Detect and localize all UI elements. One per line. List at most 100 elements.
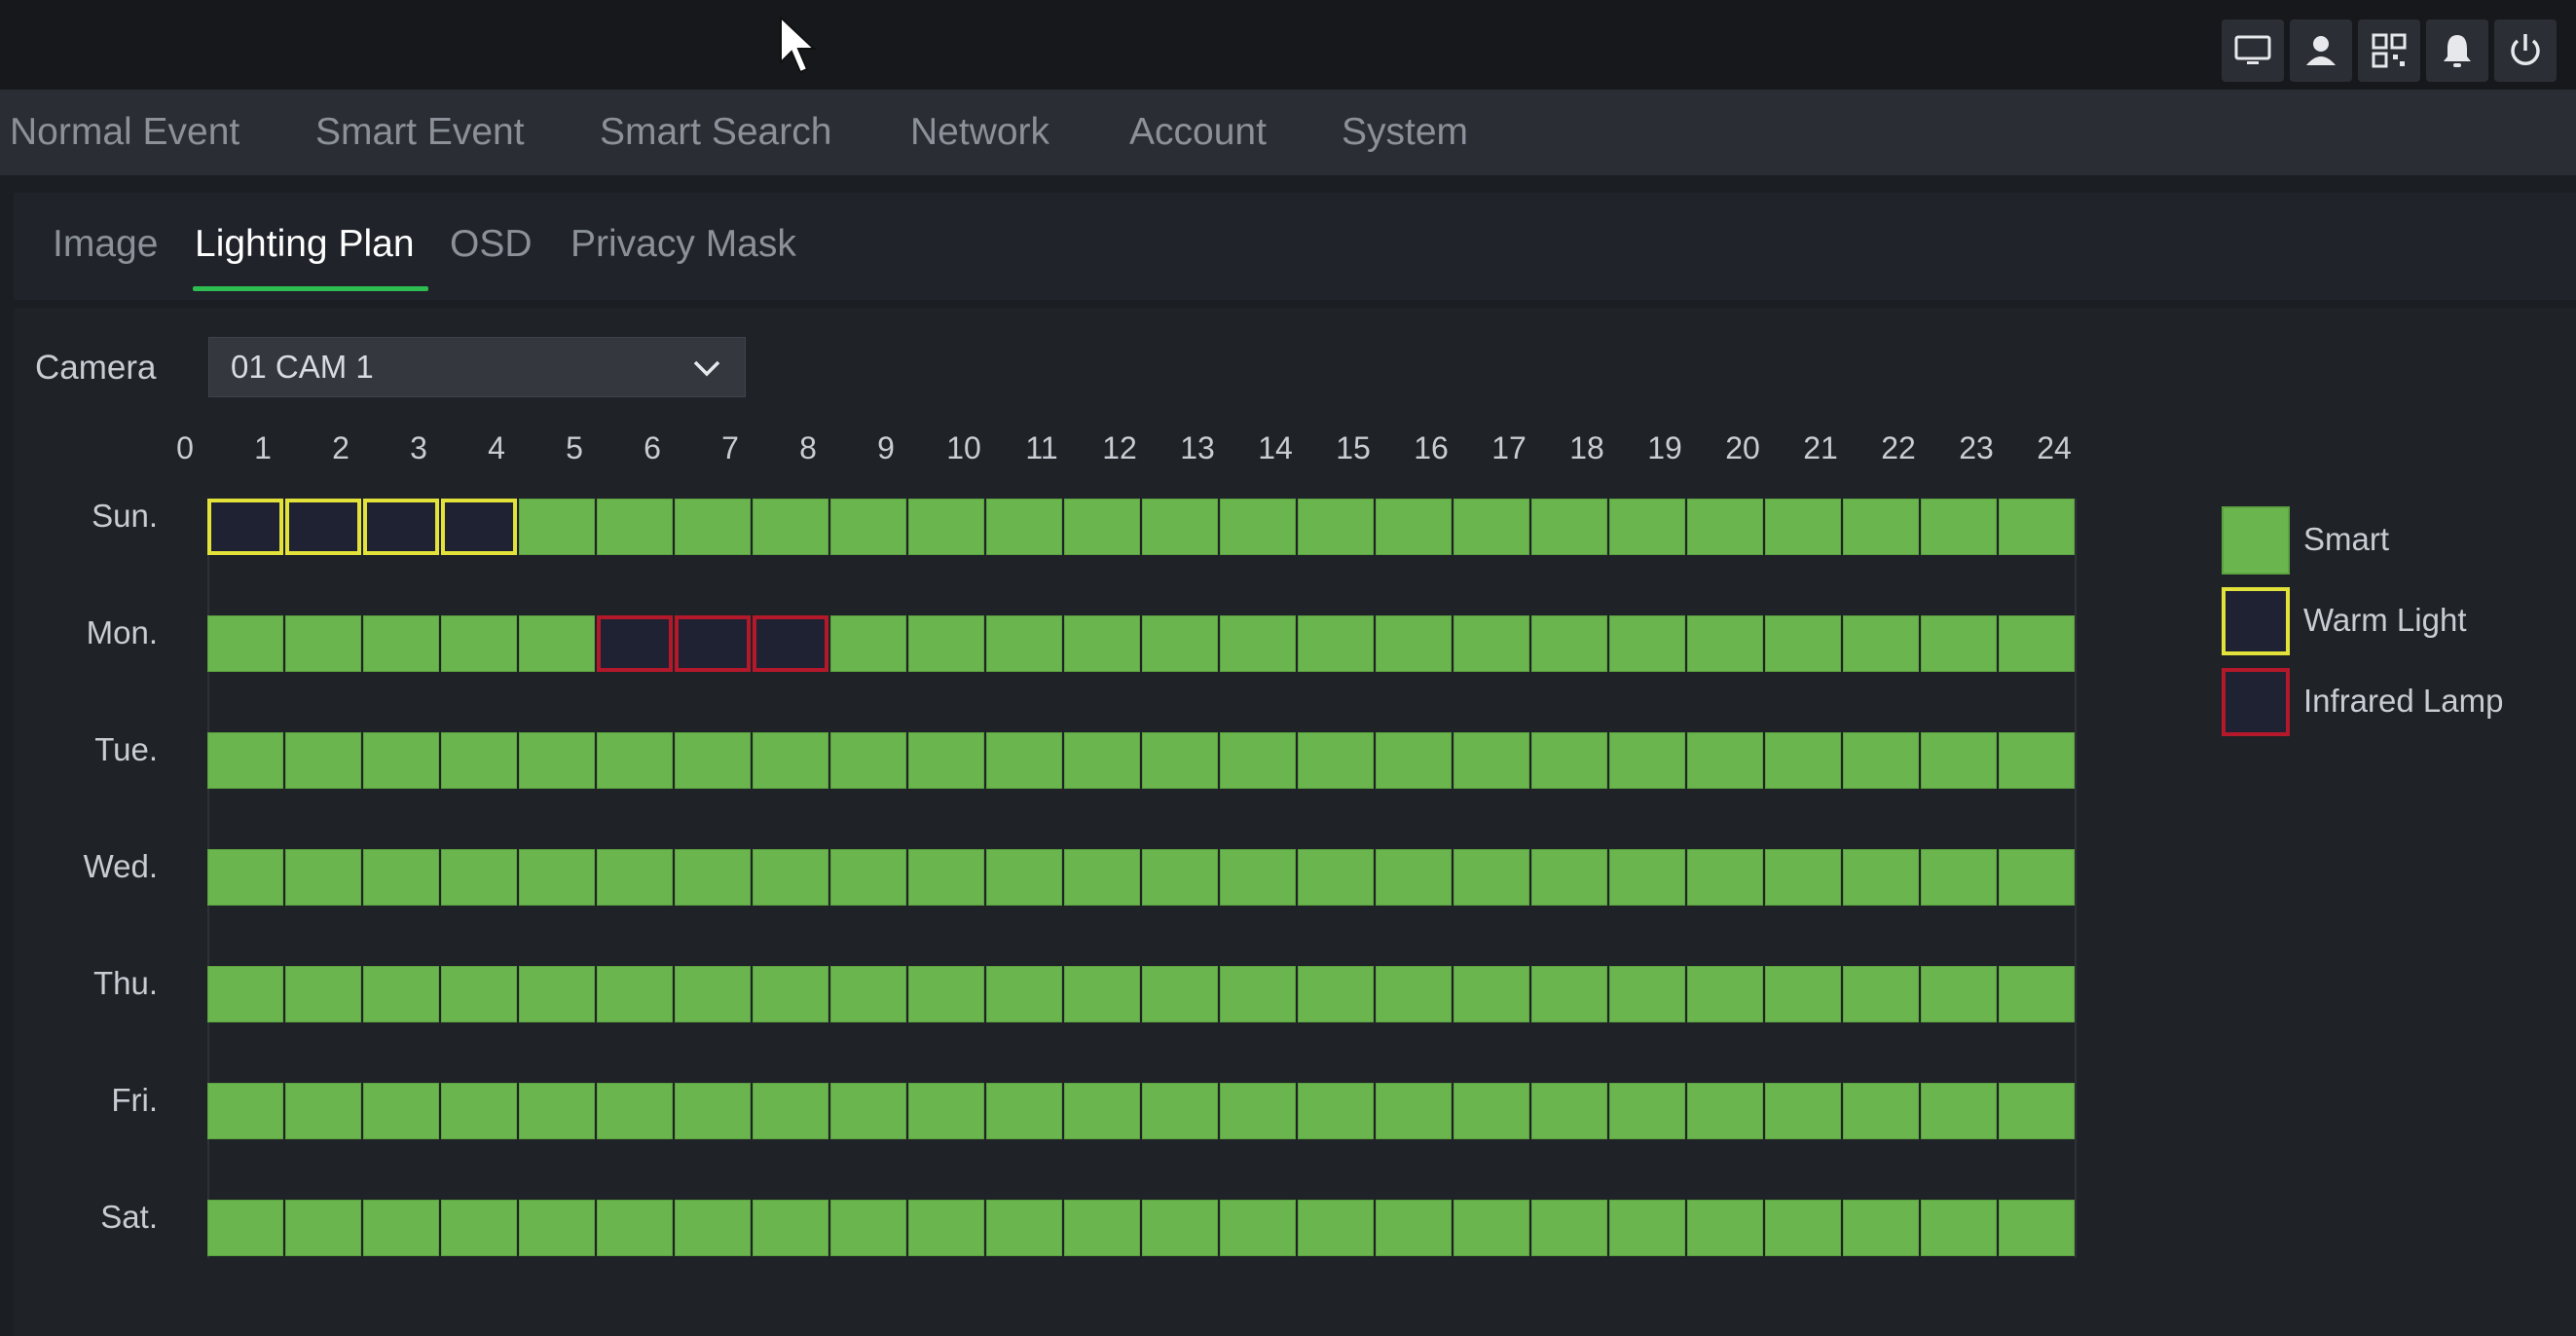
schedule-cell-smart[interactable]	[1376, 732, 1452, 789]
schedule-cell-smart[interactable]	[1298, 615, 1374, 672]
schedule-cell-smart[interactable]	[1298, 1083, 1374, 1139]
schedule-cell-smart[interactable]	[1454, 615, 1529, 672]
schedule-cell-smart[interactable]	[1531, 1083, 1607, 1139]
schedule-cell-smart[interactable]	[1454, 966, 1529, 1022]
schedule-cell-smart[interactable]	[1609, 615, 1685, 672]
schedule-cell-smart[interactable]	[519, 966, 595, 1022]
schedule-cell-smart[interactable]	[1843, 1200, 1919, 1256]
schedule-cell-smart[interactable]	[1999, 1200, 2075, 1256]
schedule-cell-smart[interactable]	[830, 615, 906, 672]
schedule-cell-smart[interactable]	[1064, 1083, 1140, 1139]
schedule-cell-smart[interactable]	[1609, 1083, 1685, 1139]
schedule-cell-smart[interactable]	[285, 1200, 361, 1256]
schedule-cell-smart[interactable]	[1687, 849, 1763, 906]
alarm-button[interactable]	[2426, 19, 2488, 82]
schedule-cell-smart[interactable]	[675, 966, 751, 1022]
schedule-cell-smart[interactable]	[1843, 615, 1919, 672]
schedule-cell-smart[interactable]	[441, 849, 517, 906]
schedule-cell-smart[interactable]	[1454, 499, 1529, 555]
schedule-cell-smart[interactable]	[285, 1083, 361, 1139]
schedule-cell-smart[interactable]	[441, 1200, 517, 1256]
tab-image[interactable]: Image	[53, 214, 158, 275]
qr-code-button[interactable]	[2358, 19, 2420, 82]
schedule-cell-smart[interactable]	[1454, 1083, 1529, 1139]
schedule-cell-smart[interactable]	[908, 615, 984, 672]
schedule-cell-smart[interactable]	[1376, 849, 1452, 906]
schedule-cell-smart[interactable]	[1376, 499, 1452, 555]
nav-smart-search[interactable]: Smart Search	[600, 90, 831, 175]
schedule-cell-smart[interactable]	[1142, 849, 1218, 906]
schedule-cell-smart[interactable]	[830, 966, 906, 1022]
schedule-cell-smart[interactable]	[1376, 1200, 1452, 1256]
schedule-cell-smart[interactable]	[1298, 732, 1374, 789]
schedule-cell-smart[interactable]	[1142, 1083, 1218, 1139]
schedule-cell-smart[interactable]	[1220, 966, 1296, 1022]
schedule-row[interactable]	[207, 966, 2077, 1024]
schedule-cell-smart[interactable]	[519, 849, 595, 906]
schedule-cell-smart[interactable]	[908, 849, 984, 906]
schedule-cell-smart[interactable]	[986, 849, 1062, 906]
schedule-cell-smart[interactable]	[519, 615, 595, 672]
schedule-cell-smart[interactable]	[1843, 732, 1919, 789]
schedule-cell-smart[interactable]	[363, 849, 439, 906]
tab-privacy-mask[interactable]: Privacy Mask	[570, 214, 796, 275]
schedule-cell-smart[interactable]	[1921, 966, 1997, 1022]
schedule-cell-smart[interactable]	[1220, 1200, 1296, 1256]
schedule-cell-smart[interactable]	[1843, 1083, 1919, 1139]
nav-normal-event[interactable]: Normal Event	[10, 90, 239, 175]
schedule-cell-smart[interactable]	[1454, 849, 1529, 906]
schedule-cell-smart[interactable]	[1531, 1200, 1607, 1256]
schedule-cell-smart[interactable]	[1765, 732, 1841, 789]
schedule-cell-smart[interactable]	[1765, 1200, 1841, 1256]
schedule-cell-smart[interactable]	[908, 966, 984, 1022]
schedule-cell-ir[interactable]	[753, 615, 828, 672]
schedule-cell-smart[interactable]	[1454, 732, 1529, 789]
schedule-cell-smart[interactable]	[207, 732, 283, 789]
tab-lighting-plan[interactable]: Lighting Plan	[195, 214, 415, 275]
schedule-cell-smart[interactable]	[986, 1200, 1062, 1256]
schedule-cell-smart[interactable]	[908, 1200, 984, 1256]
schedule-cell-smart[interactable]	[1843, 966, 1919, 1022]
schedule-cell-smart[interactable]	[207, 966, 283, 1022]
schedule-cell-smart[interactable]	[1609, 499, 1685, 555]
schedule-cell-smart[interactable]	[753, 1083, 828, 1139]
schedule-row[interactable]	[207, 732, 2077, 791]
schedule-row[interactable]	[207, 499, 2077, 557]
schedule-cell-smart[interactable]	[1999, 1083, 2075, 1139]
schedule-cell-smart[interactable]	[597, 966, 673, 1022]
schedule-cell-smart[interactable]	[363, 1083, 439, 1139]
schedule-cell-smart[interactable]	[986, 615, 1062, 672]
schedule-cell-warm[interactable]	[363, 499, 439, 555]
schedule-cell-smart[interactable]	[363, 732, 439, 789]
schedule-cell-smart[interactable]	[1376, 966, 1452, 1022]
schedule-cell-smart[interactable]	[1843, 849, 1919, 906]
schedule-cell-smart[interactable]	[1531, 499, 1607, 555]
schedule-cell-smart[interactable]	[675, 1083, 751, 1139]
schedule-cell-smart[interactable]	[1687, 1200, 1763, 1256]
schedule-cell-smart[interactable]	[1064, 966, 1140, 1022]
schedule-row[interactable]	[207, 1083, 2077, 1141]
schedule-row[interactable]	[207, 849, 2077, 908]
schedule-cell-smart[interactable]	[1220, 732, 1296, 789]
schedule-cell-smart[interactable]	[1609, 849, 1685, 906]
schedule-cell-smart[interactable]	[908, 1083, 984, 1139]
schedule-cell-smart[interactable]	[1843, 499, 1919, 555]
schedule-cell-smart[interactable]	[1454, 1200, 1529, 1256]
nav-system[interactable]: System	[1342, 90, 1468, 175]
schedule-cell-smart[interactable]	[753, 732, 828, 789]
schedule-cell-smart[interactable]	[830, 1200, 906, 1256]
schedule-cell-smart[interactable]	[753, 1200, 828, 1256]
schedule-cell-warm[interactable]	[207, 499, 283, 555]
schedule-cell-smart[interactable]	[597, 1083, 673, 1139]
schedule-cell-smart[interactable]	[1298, 966, 1374, 1022]
schedule-cell-smart[interactable]	[363, 615, 439, 672]
schedule-cell-smart[interactable]	[1765, 615, 1841, 672]
schedule-cell-smart[interactable]	[519, 1200, 595, 1256]
schedule-cell-smart[interactable]	[207, 1200, 283, 1256]
schedule-cell-smart[interactable]	[1142, 732, 1218, 789]
schedule-cell-smart[interactable]	[1064, 499, 1140, 555]
schedule-cell-smart[interactable]	[519, 1083, 595, 1139]
schedule-cell-smart[interactable]	[1064, 732, 1140, 789]
schedule-cell-smart[interactable]	[519, 499, 595, 555]
schedule-cell-smart[interactable]	[1531, 615, 1607, 672]
